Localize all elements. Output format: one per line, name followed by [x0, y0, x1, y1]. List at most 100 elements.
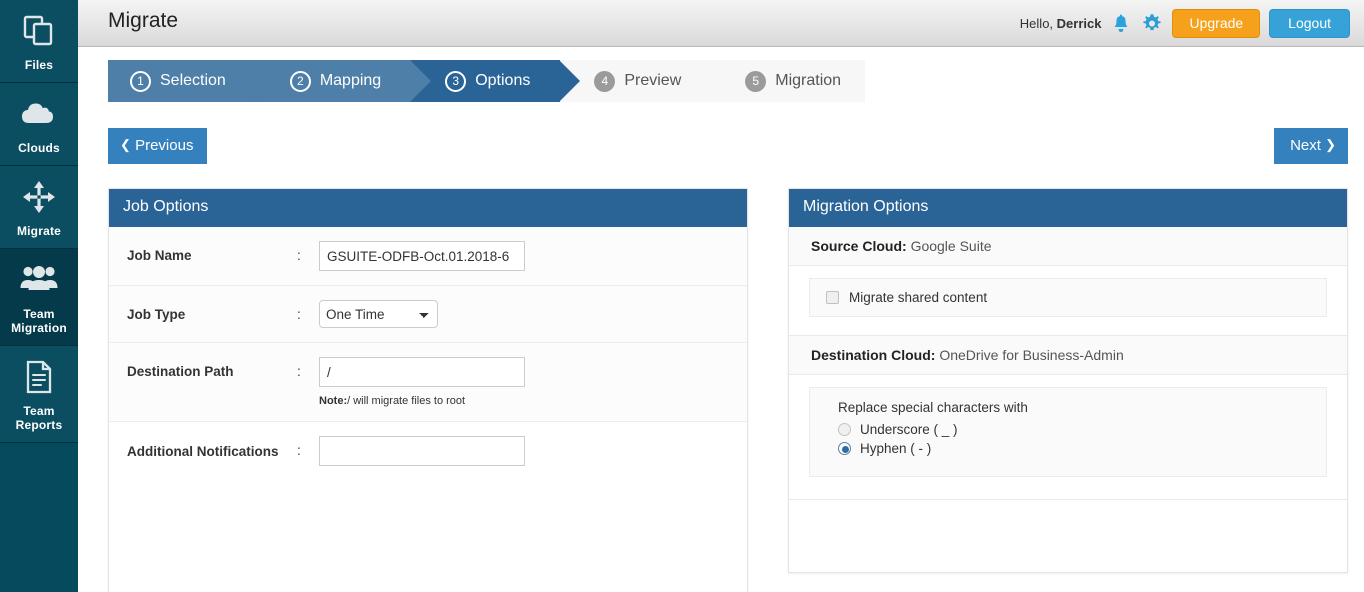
radio-icon-selected [838, 442, 851, 455]
destination-path-input[interactable] [319, 357, 525, 387]
header-actions: Hello, Derrick Upgrade Logout [1020, 0, 1350, 47]
sidebar-item-label: Team Reports [15, 404, 63, 432]
radio-underscore[interactable]: Underscore ( _ ) [838, 422, 1326, 437]
gear-icon[interactable] [1141, 13, 1163, 35]
job-type-control: One Time [319, 300, 747, 328]
destination-path-control: Note:/ will migrate files to root [319, 357, 747, 407]
destination-cloud-row: Destination Cloud: OneDrive for Business… [789, 335, 1347, 375]
additional-notifications-label: Additional Notifications [127, 444, 279, 459]
migration-options-panel: Migration Options Source Cloud: Google S… [788, 188, 1348, 573]
wizard-step-preview[interactable]: 4 Preview [560, 60, 732, 102]
step-number: 5 [745, 70, 767, 92]
migration-options-title: Migration Options [789, 189, 1347, 227]
step-label: Selection [160, 72, 226, 89]
next-label: Next [1290, 137, 1321, 154]
chevron-left-icon: ❮ [120, 137, 131, 152]
wizard-step-migration[interactable]: 5 Migration [711, 60, 866, 102]
chevron-right-icon: ❯ [1325, 137, 1336, 152]
page-title: Migrate [108, 9, 179, 32]
main-content: 1 Selection 2 Mapping 3 Options 4 Previe… [78, 47, 1364, 592]
step-label: Preview [624, 72, 682, 89]
job-type-select[interactable]: One Time [319, 300, 438, 328]
wizard-step-mapping[interactable]: 2 Mapping [255, 60, 432, 102]
job-options-title: Job Options [109, 189, 747, 227]
destination-path-note: Note:/ will migrate files to root [319, 395, 747, 407]
sidebar-item-files[interactable]: Files [0, 0, 78, 83]
files-icon [0, 14, 78, 54]
next-button[interactable]: Next ❯ [1274, 128, 1348, 164]
sidebar-item-team-reports[interactable]: Team Reports [0, 346, 78, 443]
step-arrow-icon [710, 60, 732, 102]
job-name-input[interactable] [319, 241, 525, 271]
top-header: Migrate Hello, Derrick Upgrade Logout [78, 0, 1364, 47]
job-type-row: Job Type : One Time [109, 286, 747, 343]
job-type-colon: : [297, 307, 301, 322]
job-type-label: Job Type [127, 307, 186, 322]
sidebar-item-label: Team Migration [11, 307, 67, 335]
step-number: 3 [445, 70, 467, 92]
wizard-steps: 1 Selection 2 Mapping 3 Options 4 Previe… [108, 60, 866, 102]
job-name-colon: : [297, 248, 301, 263]
note-bold: Note: [319, 395, 348, 407]
wizard-step-options[interactable]: 3 Options [411, 60, 581, 102]
app-root: Files Clouds Migrate Team Migration Team… [0, 0, 1364, 592]
note-text: / will migrate files to root [347, 395, 466, 407]
replace-characters-box: Replace special characters with Undersco… [809, 387, 1327, 477]
radio-hyphen-label: Hyphen ( - ) [860, 441, 932, 456]
job-name-row: Job Name : [109, 227, 747, 286]
previous-button[interactable]: ❮ Previous [108, 128, 208, 164]
migration-options-footer [789, 499, 1347, 521]
bell-icon[interactable] [1110, 13, 1132, 35]
radio-underscore-label: Underscore ( _ ) [860, 422, 958, 437]
sidebar-item-migrate[interactable]: Migrate [0, 166, 78, 249]
additional-notifications-input[interactable] [319, 436, 525, 466]
shared-content-box: Migrate shared content [809, 278, 1327, 317]
step-arrow-icon [254, 60, 276, 102]
logout-button[interactable]: Logout [1269, 9, 1350, 38]
wizard-step-selection[interactable]: 1 Selection [108, 60, 276, 102]
source-cloud-value: Google Suite [910, 238, 992, 254]
destination-path-label: Destination Path [127, 364, 234, 379]
destination-cloud-value: OneDrive for Business-Admin [939, 347, 1124, 363]
checkbox-icon [826, 291, 839, 304]
sidebar: Files Clouds Migrate Team Migration Team… [0, 0, 78, 592]
job-options-panel: Job Options Job Name : Job Type : One Ti… [108, 188, 748, 592]
greeting: Hello, Derrick [1020, 16, 1102, 31]
cloud-icon [0, 97, 78, 137]
additional-notifications-colon: : [297, 443, 301, 458]
greeting-prefix: Hello, [1019, 16, 1057, 31]
step-number: 1 [130, 70, 151, 92]
previous-label: Previous [135, 137, 194, 154]
sidebar-item-team-migration[interactable]: Team Migration [0, 249, 78, 346]
destination-path-colon: : [297, 364, 301, 379]
radio-hyphen[interactable]: Hyphen ( - ) [838, 441, 1326, 456]
step-label: Migration [775, 72, 842, 89]
additional-notifications-control [319, 436, 747, 466]
destination-path-row: Destination Path : Note:/ will migrate f… [109, 343, 747, 422]
step-arrow-icon [559, 60, 581, 102]
document-icon [0, 360, 78, 400]
step-arrow-icon [410, 60, 432, 102]
sidebar-item-label: Files [24, 58, 54, 72]
job-name-control [319, 241, 747, 271]
source-cloud-label: Source Cloud: [811, 238, 907, 254]
sidebar-item-clouds[interactable]: Clouds [0, 83, 78, 166]
destination-cloud-label: Destination Cloud: [811, 347, 936, 363]
radio-icon [838, 423, 851, 436]
job-name-label: Job Name [127, 248, 192, 263]
step-label: Options [475, 72, 531, 89]
replace-characters-title: Replace special characters with [838, 400, 1028, 415]
migrate-shared-content-checkbox[interactable]: Migrate shared content [826, 290, 1326, 305]
source-cloud-row: Source Cloud: Google Suite [789, 227, 1347, 266]
upgrade-button[interactable]: Upgrade [1172, 9, 1261, 38]
migrate-shared-content-label: Migrate shared content [849, 290, 988, 305]
move-arrows-icon [0, 180, 78, 220]
additional-notifications-row: Additional Notifications : [109, 422, 747, 480]
step-number: 2 [289, 70, 311, 92]
step-number: 4 [594, 70, 616, 92]
step-label: Mapping [319, 72, 382, 89]
user-name: Derrick [1056, 16, 1102, 31]
sidebar-item-label: Clouds [18, 141, 60, 155]
team-icon [0, 263, 78, 303]
